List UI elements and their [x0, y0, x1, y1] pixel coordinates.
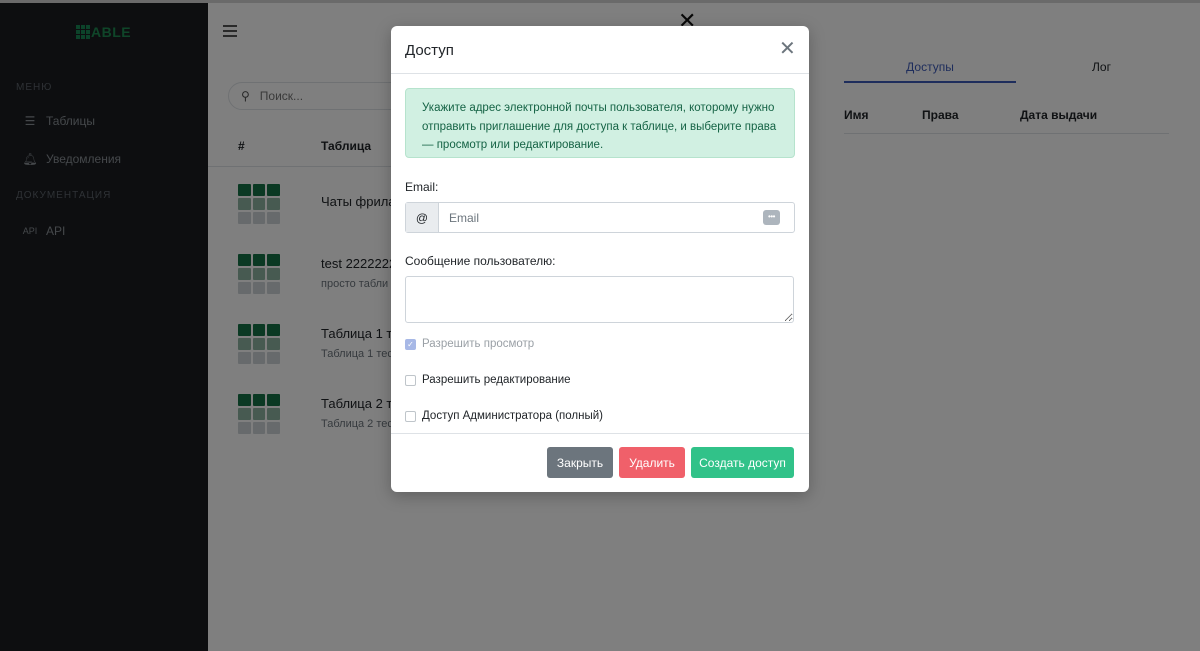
email-field[interactable] — [439, 203, 794, 232]
delete-button[interactable]: Удалить — [619, 447, 685, 478]
top-border — [0, 0, 1200, 3]
checkbox-label: Доступ Администратора (полный) — [422, 410, 603, 422]
email-input-group: @ ••• — [405, 202, 795, 233]
email-label: Email: — [405, 180, 439, 194]
checkbox-box[interactable] — [405, 410, 416, 422]
checkbox-label: Разрешить просмотр — [422, 338, 535, 350]
info-alert: Укажите адрес электронной почты пользова… — [405, 88, 795, 158]
checkbox-admin-access[interactable]: Доступ Администратора (полный) — [405, 410, 603, 422]
checkbox-checked-icon: ✓ — [405, 338, 416, 350]
checkbox-box[interactable] — [405, 374, 416, 386]
modal-title: Доступ — [405, 42, 454, 59]
create-access-button[interactable]: Создать доступ — [691, 447, 794, 478]
autofill-key-icon[interactable]: ••• — [763, 210, 780, 225]
message-textarea[interactable] — [405, 276, 794, 323]
checkbox-allow-edit[interactable]: Разрешить редактирование — [405, 374, 571, 386]
close-icon[interactable]: ✕ — [779, 39, 796, 59]
modal-footer: Закрыть Удалить Создать доступ — [391, 433, 809, 492]
close-button[interactable]: Закрыть — [547, 447, 613, 478]
checkbox-allow-view: ✓ Разрешить просмотр — [405, 338, 534, 350]
checkbox-label: Разрешить редактирование — [422, 374, 571, 386]
email-prefix: @ — [406, 203, 439, 232]
access-modal: Доступ ✕ Укажите адрес электронной почты… — [391, 26, 809, 492]
modal-header: Доступ ✕ — [391, 26, 809, 74]
message-label: Сообщение пользователю: — [405, 254, 556, 268]
